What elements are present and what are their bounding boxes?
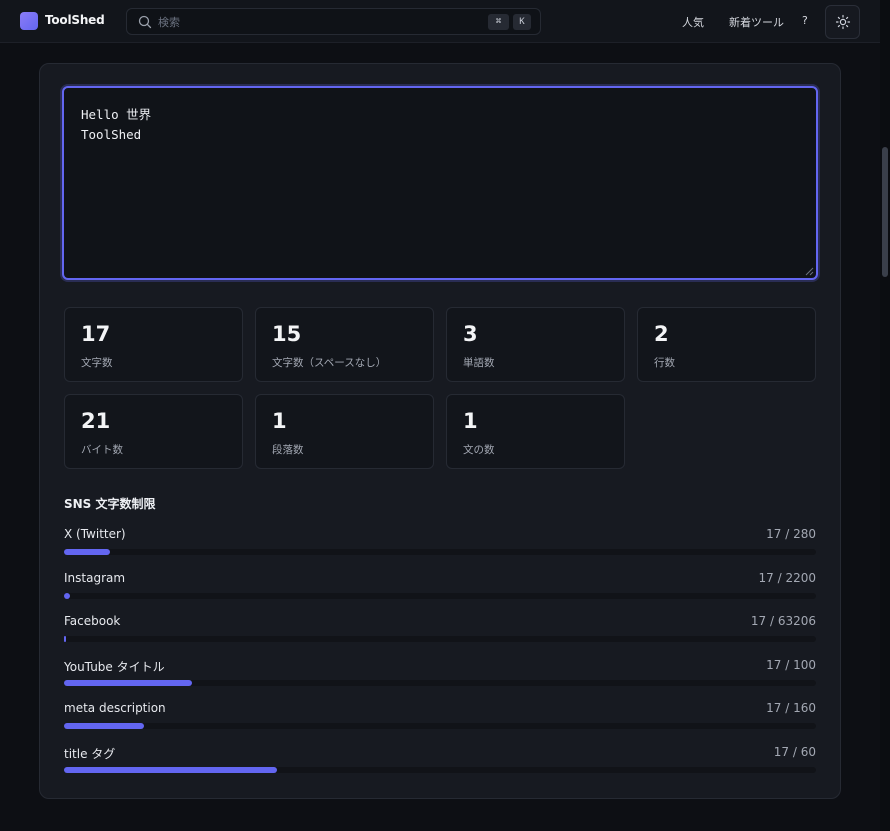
text-input-area[interactable]: [62, 86, 818, 280]
page-scrollbar-track[interactable]: [880, 0, 890, 831]
sns-name-title-tag: title タグ: [64, 747, 116, 761]
sun-icon: [835, 14, 851, 30]
sns-count-x: 17 / 280: [766, 527, 816, 541]
stat-label: 行数: [654, 357, 675, 369]
sns-count-facebook: 17 / 63206: [750, 614, 816, 628]
progress-fill: [64, 636, 66, 642]
stat-label: 文字数: [81, 357, 113, 369]
sns-name-facebook: Facebook: [64, 614, 121, 628]
progress-track-facebook: [64, 636, 816, 642]
sns-count-title-tag: 17 / 60: [773, 745, 816, 759]
progress-fill: [64, 593, 70, 599]
progress-track-youtube-title: [64, 680, 816, 686]
search-icon: [138, 15, 152, 29]
stat-card-characters: 17 文字数: [64, 307, 243, 382]
sns-count-instagram: 17 / 2200: [758, 571, 816, 585]
app-name[interactable]: ToolShed: [45, 13, 105, 27]
shortcut-k-key: K: [513, 14, 531, 30]
stat-value: 1: [272, 409, 287, 433]
stat-label: 文字数（スペースなし）: [272, 357, 387, 369]
sns-name-x: X (Twitter): [64, 527, 126, 541]
top-navigation-bar: ToolShed ⌘ K 人気 新着ツール ?: [0, 0, 880, 43]
resize-handle-icon[interactable]: [804, 266, 814, 276]
search-box[interactable]: ⌘ K: [126, 8, 541, 35]
theme-toggle-button[interactable]: [825, 5, 860, 39]
nav-help-link[interactable]: ?: [802, 14, 808, 27]
progress-track-instagram: [64, 593, 816, 599]
nav-new-tools-link[interactable]: 新着ツール: [729, 14, 784, 30]
progress-fill: [64, 767, 278, 773]
sns-name-youtube-title: YouTube タイトル: [64, 660, 165, 674]
stat-card-characters-no-spaces: 15 文字数（スペースなし）: [255, 307, 434, 382]
stat-label: 文の数: [463, 444, 495, 456]
progress-fill: [64, 723, 144, 729]
stat-value: 17: [81, 322, 111, 346]
stat-card-lines: 2 行数: [637, 307, 816, 382]
stat-value: 21: [81, 409, 111, 433]
stat-value: 3: [463, 322, 478, 346]
stat-label: バイト数: [81, 444, 123, 456]
progress-track-title-tag: [64, 767, 816, 773]
progress-track-x: [64, 549, 816, 555]
stat-card-bytes: 21 バイト数: [64, 394, 243, 469]
sns-count-meta-description: 17 / 160: [766, 701, 816, 715]
stat-value: 15: [272, 322, 302, 346]
sns-section-title: SNS 文字数制限: [64, 497, 156, 511]
stat-card-paragraphs: 1 段落数: [255, 394, 434, 469]
sns-count-youtube-title: 17 / 100: [766, 658, 816, 672]
stat-value: 2: [654, 322, 669, 346]
logo-icon[interactable]: [20, 12, 38, 30]
search-input[interactable]: [158, 13, 458, 31]
stat-value: 1: [463, 409, 478, 433]
stat-card-sentences: 1 文の数: [446, 394, 625, 469]
progress-fill: [64, 549, 110, 555]
stat-card-words: 3 単語数: [446, 307, 625, 382]
sns-name-meta-description: meta description: [64, 701, 166, 715]
stat-label: 段落数: [272, 444, 304, 456]
shortcut-command-key: ⌘: [488, 14, 509, 30]
progress-track-meta-description: [64, 723, 816, 729]
sns-name-instagram: Instagram: [64, 571, 126, 585]
stat-label: 単語数: [463, 357, 495, 369]
nav-popular-link[interactable]: 人気: [682, 14, 704, 30]
page-scrollbar-thumb[interactable]: [882, 147, 888, 277]
progress-fill: [64, 680, 192, 686]
